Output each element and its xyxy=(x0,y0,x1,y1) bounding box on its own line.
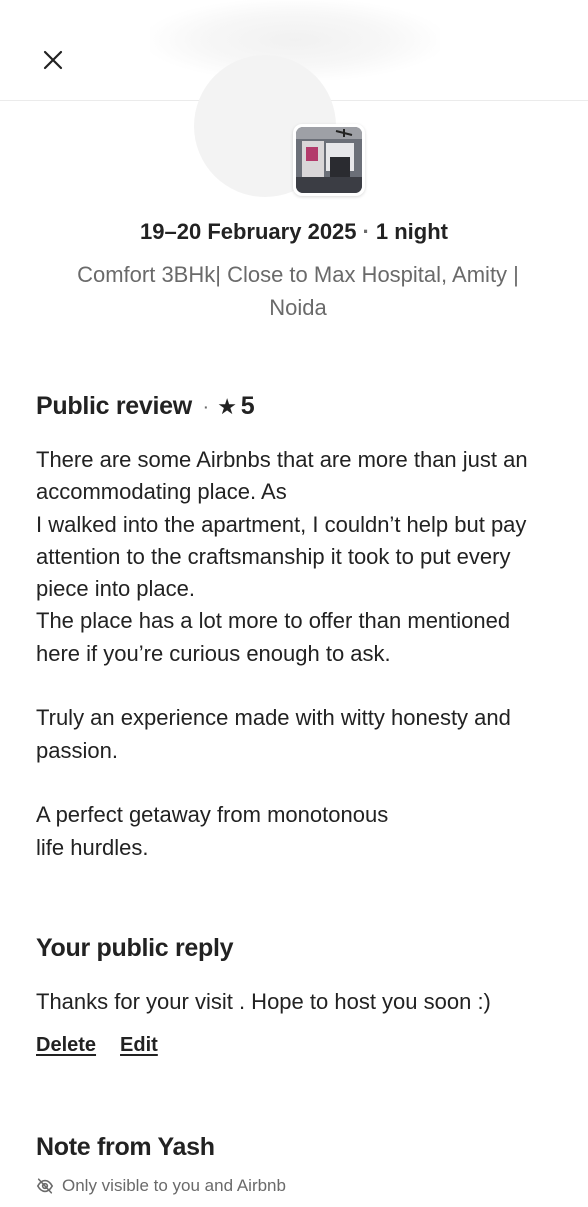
listing-title: Comfort 3BHk| Close to Max Hospital, Ami… xyxy=(77,262,519,320)
public-review-title: Public review xyxy=(36,392,192,420)
review-detail-page: 19–20 February 2025 · 1 night Comfort 3BHk… xyxy=(0,0,588,1207)
listing-thumbnail[interactable] xyxy=(293,124,365,196)
delete-reply-link[interactable]: Delete xyxy=(36,1034,96,1057)
public-reply-text: Thanks for your visit . Hope to host you… xyxy=(36,989,491,1014)
note-visibility: Only visible to you and Airbnb xyxy=(36,1176,286,1196)
listing-photo xyxy=(296,127,362,193)
reply-actions: Delete Edit xyxy=(36,1034,158,1057)
public-review-text: There are some Airbnbs that are more tha… xyxy=(36,447,528,860)
close-icon xyxy=(43,50,63,70)
edit-reply-link[interactable]: Edit xyxy=(120,1034,158,1057)
close-button[interactable] xyxy=(33,40,73,80)
public-review-header: Public review · ★ 5 xyxy=(36,392,255,421)
trip-nights: 1 night xyxy=(375,219,448,244)
private-note-title: Note from Yash xyxy=(36,1133,215,1161)
trip-dates-line: 19–20 February 2025 · 1 night xyxy=(0,219,588,245)
note-visibility-text: Only visible to you and Airbnb xyxy=(62,1176,286,1195)
review-rating: 5 xyxy=(240,392,255,420)
trip-dates: 19–20 February 2025 xyxy=(140,219,357,244)
review-separator: · xyxy=(203,398,209,415)
eye-off-icon xyxy=(36,1178,54,1194)
public-reply-title: Your public reply xyxy=(36,934,234,962)
trip-separator: · xyxy=(362,219,370,244)
star-icon: ★ xyxy=(217,393,237,419)
